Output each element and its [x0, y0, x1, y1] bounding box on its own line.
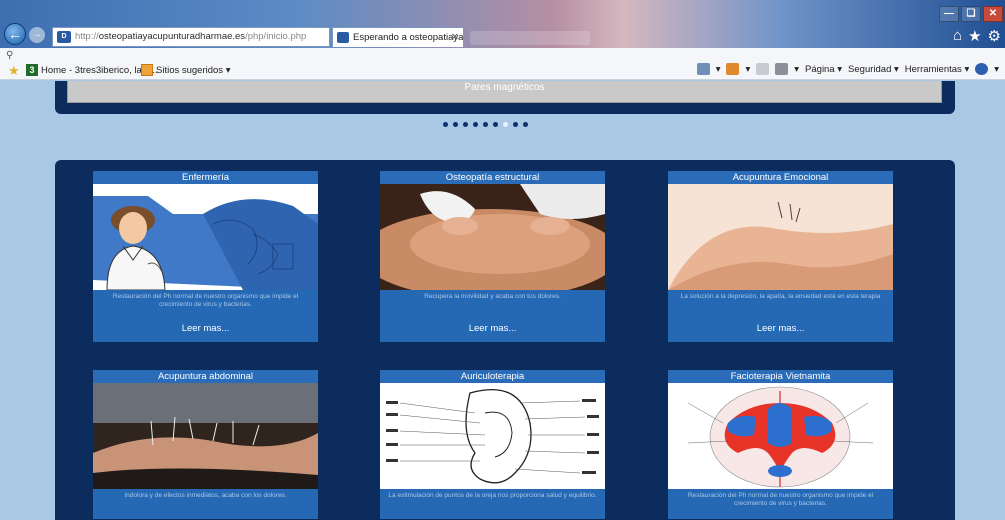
card-image-shoulder-needles	[668, 184, 893, 290]
mail-icon[interactable]	[756, 63, 770, 75]
address-path: /php/inicio.php	[245, 31, 307, 42]
card-title: Acupuntura Emocional	[668, 171, 893, 184]
card-title: Acupuntura abdominal	[93, 370, 318, 383]
dropdown-icon[interactable]: ▾	[994, 64, 999, 75]
card-description: Restauración del Ph normal de nuestro or…	[112, 293, 299, 308]
dropdown-icon[interactable]: ▾	[716, 64, 721, 75]
slider-dot[interactable]	[523, 122, 528, 127]
favorites-star-icon[interactable]: ★	[968, 27, 981, 45]
slider-dot[interactable]	[493, 122, 498, 127]
close-window-button[interactable]: ✕	[983, 6, 1003, 22]
favorites-add-icon[interactable]: ★	[8, 63, 20, 79]
slide-caption: Pares magnéticos	[464, 82, 545, 93]
card-title: Facioterapia Vietnamita	[668, 370, 893, 383]
card-image-abdomen-needles	[93, 383, 318, 489]
home-3-icon: 3	[26, 64, 38, 76]
site-favicon-icon: D	[57, 31, 71, 43]
address-prefix: http://	[75, 31, 99, 42]
favorites-bar: ⚲ ★ 3 Home - 3tres3iberico, la p... Siti…	[0, 48, 1005, 80]
home-icon[interactable]: ⌂	[953, 27, 962, 45]
help-icon[interactable]	[975, 63, 989, 75]
slider-dot[interactable]	[483, 122, 488, 127]
dropdown-icon[interactable]: ▾	[794, 64, 799, 75]
card-description: Restauración del Ph normal de nuestro or…	[687, 492, 874, 507]
service-card-enfermeria[interactable]: Enfermería Restauración del Ph normal de…	[93, 171, 318, 342]
service-card-auriculoterapia[interactable]: Auriculoterapia La estimulación de punto…	[380, 370, 605, 519]
card-title: Enfermería	[93, 171, 318, 184]
window-controls: — ❏ ✕	[939, 6, 1003, 22]
search-icon[interactable]: ⚲	[6, 50, 13, 61]
suggested-sites-icon	[141, 64, 153, 76]
menu-page[interactable]: Página ▾	[805, 64, 842, 75]
card-image-massage	[380, 184, 605, 290]
read-more-link[interactable]: Leer mas...	[668, 320, 893, 342]
slider-dot[interactable]	[443, 122, 448, 127]
menu-security[interactable]: Seguridad ▾	[848, 64, 899, 75]
web-page: Pares magnéticos Enfermería Restauración…	[0, 81, 1005, 520]
slider-dot[interactable]	[513, 122, 518, 127]
card-image-face-map	[668, 383, 893, 489]
toolbar-icons: ⌂ ★ ⚙	[953, 27, 1001, 45]
tab-favicon-icon	[337, 32, 349, 43]
address-host: osteopatiayacupunturadharmae.es	[98, 31, 246, 42]
service-card-osteopatia[interactable]: Osteopatía estructural Recupera la movil…	[380, 171, 605, 342]
slider-dot[interactable]	[463, 122, 468, 127]
card-description: La estimulación de puntos de la oreja no…	[388, 492, 597, 499]
slider-pagination	[443, 122, 528, 127]
browser-titlebar: ← → D http://osteopatiayacupunturadharma…	[0, 0, 1005, 48]
card-image-nurse	[93, 184, 318, 290]
card-description: Recupera la movilidad y acaba con tus do…	[424, 293, 561, 300]
slider-dot[interactable]	[453, 122, 458, 127]
favorite-suggested-link[interactable]: Sitios sugeridos ▾	[156, 65, 230, 76]
dropdown-icon[interactable]: ▾	[745, 64, 750, 75]
image-slider: Pares magnéticos	[55, 81, 955, 114]
card-image-ear-map	[380, 383, 605, 489]
read-more-link[interactable]: Leer mas...	[380, 320, 605, 342]
settings-gear-icon[interactable]: ⚙	[988, 27, 1001, 45]
print-icon[interactable]	[775, 63, 789, 75]
address-bar[interactable]: D http://osteopatiayacupunturadharmae.es…	[52, 27, 378, 47]
services-panel: Enfermería Restauración del Ph normal de…	[55, 160, 955, 520]
forward-button[interactable]: →	[29, 27, 45, 43]
rss-feed-icon[interactable]	[726, 63, 740, 75]
browser-tab[interactable]: Esperando a osteopatiayac... ✕	[332, 27, 464, 47]
tab-close-icon[interactable]: ✕	[451, 28, 459, 47]
menu-tools[interactable]: Herramientas ▾	[905, 64, 969, 75]
service-card-acupuntura-emocional[interactable]: Acupuntura Emocional La solución a la de…	[668, 171, 893, 342]
card-title: Osteopatía estructural	[380, 171, 605, 184]
service-card-acupuntura-abdominal[interactable]: Acupuntura abdominal Indolora y de efect…	[93, 370, 318, 519]
command-bar: ▾ ▾ ▾ Página ▾ Seguridad ▾ Herramientas …	[696, 63, 999, 75]
card-description: Indolora y de efectos inmediatos, acaba …	[124, 492, 287, 499]
minimize-button[interactable]: —	[939, 6, 959, 22]
new-tab-area[interactable]	[470, 31, 590, 45]
maximize-button[interactable]: ❏	[961, 6, 981, 22]
slider-dot[interactable]	[503, 122, 508, 127]
back-button[interactable]: ←	[4, 23, 26, 45]
slide[interactable]: Pares magnéticos	[67, 81, 942, 103]
card-title: Auriculoterapia	[380, 370, 605, 383]
home-page-icon[interactable]	[696, 63, 710, 75]
slider-dot[interactable]	[473, 122, 478, 127]
read-more-link[interactable]: Leer mas...	[93, 320, 318, 342]
tab-title: Esperando a osteopatiayac...	[353, 32, 464, 43]
card-description: La solución a la depresión, la apatía, l…	[680, 293, 881, 300]
service-card-facioterapia[interactable]: Facioterapia Vietnamita Restauración del…	[668, 370, 893, 519]
